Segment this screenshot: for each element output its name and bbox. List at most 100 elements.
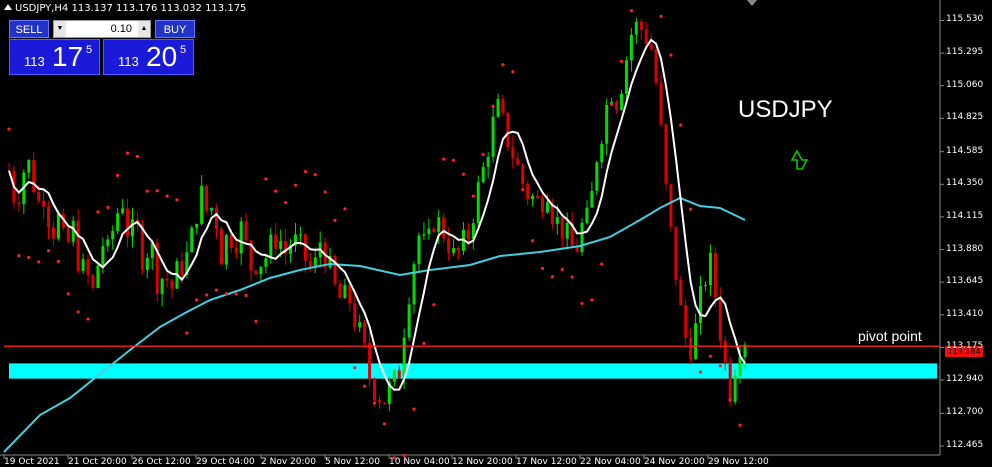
candle-body	[86, 259, 90, 275]
sar-dot	[659, 14, 663, 18]
candle-body	[540, 198, 544, 213]
candle-body	[229, 235, 233, 248]
candle-body	[713, 253, 717, 298]
candle-body	[624, 60, 628, 94]
sar-dot	[274, 189, 278, 193]
sar-dot	[234, 292, 238, 296]
sar-dot	[580, 301, 584, 306]
candle-body	[516, 158, 520, 165]
lot-size-input[interactable]: ▼ 0.10 ▲	[53, 20, 151, 38]
candle-body	[106, 239, 110, 247]
candle-body	[694, 323, 698, 359]
candle-body	[708, 253, 712, 286]
candle-body	[659, 82, 663, 125]
sar-dot	[412, 407, 416, 411]
sar-dot	[343, 207, 347, 211]
time-tick-label: 21 Oct 20:00	[68, 457, 127, 467]
sar-dot	[698, 370, 703, 374]
candle-body	[170, 280, 174, 289]
candle-body	[66, 227, 70, 242]
sar-dot	[708, 354, 713, 358]
candle-body	[466, 229, 470, 240]
candle-body	[382, 402, 386, 404]
sar-dot	[323, 190, 327, 194]
candle-body	[447, 238, 451, 253]
candle-body	[679, 279, 683, 306]
candle-body	[234, 247, 238, 254]
candle-body	[338, 283, 342, 299]
sar-dot	[738, 423, 742, 427]
shift-marker-icon[interactable]	[747, 0, 757, 6]
sar-dot	[46, 249, 51, 253]
sar-dot	[7, 127, 11, 131]
candle-body	[81, 259, 85, 271]
up-arrow-icon	[790, 149, 809, 170]
one-click-trading-panel: SELL ▼ 0.10 ▲ BUY 113 17 5 113 20 5	[9, 20, 195, 76]
candle-body	[521, 164, 525, 184]
lot-decrease-icon[interactable]: ▼	[54, 21, 66, 37]
candle-body	[279, 241, 283, 249]
candle-body	[254, 270, 258, 275]
sar-dot	[125, 151, 130, 155]
sar-dot	[353, 366, 357, 370]
sar-dot	[106, 205, 110, 210]
candle-body	[363, 322, 367, 343]
candle-body	[121, 208, 125, 214]
candle-body	[333, 255, 337, 284]
candle-body	[452, 248, 456, 253]
candle-body	[56, 214, 60, 239]
sar-dot	[521, 188, 525, 192]
candle-body	[373, 379, 377, 401]
sar-dot	[560, 267, 564, 272]
candle-body	[496, 98, 500, 117]
sar-dot	[629, 9, 633, 13]
candle-body	[180, 261, 184, 276]
lot-increase-icon[interactable]: ▲	[138, 21, 150, 37]
sar-dot	[540, 266, 545, 271]
sell-button[interactable]: SELL	[9, 20, 49, 38]
candle-body	[580, 222, 584, 253]
time-tick-label: 22 Nov 04:00	[580, 457, 641, 467]
time-tick-label: 26 Oct 12:00	[132, 457, 191, 467]
sar-dot	[451, 158, 456, 162]
candle-body	[111, 231, 115, 240]
sar-dot	[610, 102, 614, 106]
candle-body	[200, 185, 204, 224]
candle-body	[303, 234, 307, 261]
sell-price[interactable]: 113 17 5	[9, 39, 100, 75]
candle-body	[47, 206, 51, 228]
sar-dot	[214, 288, 219, 292]
price-tick-label: 115.060	[946, 79, 984, 90]
sar-dot	[718, 364, 722, 368]
collapse-icon[interactable]	[4, 4, 12, 10]
sar-dot	[204, 293, 209, 297]
candle-body	[654, 49, 658, 83]
price-tick-label: 113.645	[946, 276, 984, 287]
support-zone	[9, 363, 937, 379]
support-zone-rect	[9, 363, 937, 379]
buy-price[interactable]: 113 20 5	[103, 39, 194, 75]
candle-body	[689, 337, 693, 359]
sar-dot	[511, 70, 515, 74]
candle-body	[190, 227, 194, 253]
candle-body	[585, 207, 589, 223]
candle-body	[412, 264, 416, 305]
buy-button[interactable]: BUY	[155, 20, 195, 38]
candle-body	[51, 227, 55, 239]
candle-body	[37, 191, 41, 201]
candle-body	[629, 34, 633, 61]
sar-dot	[293, 183, 298, 187]
up-arrow-shape	[790, 149, 809, 170]
candle-body	[649, 43, 653, 50]
price-tick-label: 115.295	[946, 47, 984, 58]
candle-body	[491, 116, 495, 157]
sar-dot	[165, 194, 169, 198]
candle-body	[353, 303, 357, 328]
candle-body	[397, 370, 401, 379]
sar-dot	[619, 59, 624, 63]
candle-body	[214, 208, 218, 229]
candle-body	[42, 200, 46, 207]
fast-moving-average-line	[8, 38, 746, 391]
sar-dot	[491, 104, 495, 108]
candle-body	[392, 370, 396, 382]
